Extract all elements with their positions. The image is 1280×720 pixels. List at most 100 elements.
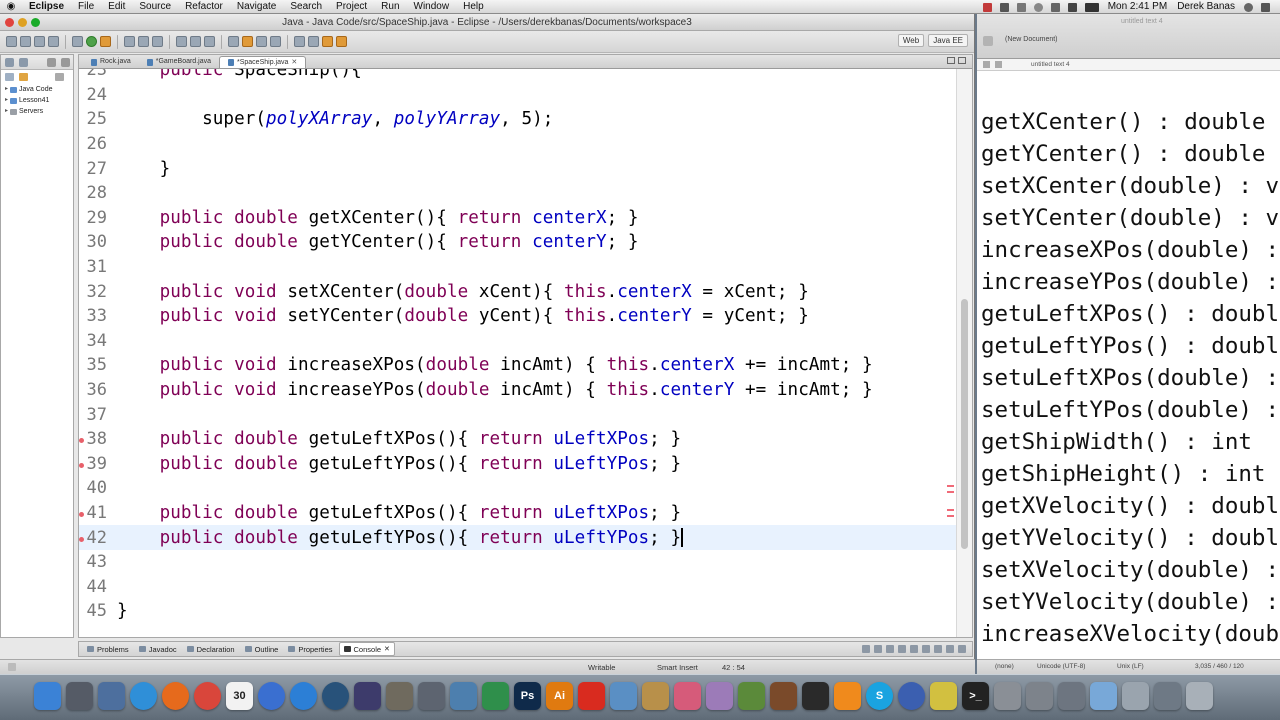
sheep-icon[interactable] <box>706 682 733 710</box>
firefox-icon[interactable] <box>162 682 189 710</box>
editor-tab-spaceship[interactable]: *SpaceShip.java ✕ <box>219 56 307 69</box>
books-icon[interactable] <box>770 682 797 710</box>
record-status-icon[interactable] <box>982 2 992 12</box>
apple-menu-icon[interactable]: ◉ <box>0 1 22 12</box>
code-line[interactable]: 27 } <box>79 156 956 181</box>
show-whitespace-icon[interactable] <box>256 36 267 47</box>
method-line[interactable]: increaseXPos(double) : <box>981 234 1279 266</box>
menubar-clock[interactable]: Mon 2:41 PM <box>1103 0 1172 14</box>
gimp-icon[interactable] <box>642 682 669 710</box>
itunes-icon[interactable] <box>258 682 285 710</box>
annotation-marker-icon[interactable] <box>79 536 84 542</box>
tree-item-lesson41[interactable]: ▸ Lesson41 <box>1 95 73 106</box>
clapper-icon[interactable] <box>802 682 829 710</box>
code-line[interactable]: 32 public void setXCenter(double xCent){… <box>79 279 956 304</box>
prev-annotation-icon[interactable] <box>308 36 319 47</box>
tab-problems[interactable]: Problems <box>83 642 133 656</box>
code-line[interactable]: 36 public void increaseYPos(double incAm… <box>79 378 956 403</box>
method-line[interactable]: increaseXVelocity(doub <box>981 618 1279 650</box>
tree-item-java-code[interactable]: ▸ Java Code <box>1 84 73 95</box>
code-line[interactable]: 37 <box>79 402 956 427</box>
save-icon[interactable] <box>20 36 31 47</box>
display-console-icon[interactable] <box>922 645 930 653</box>
view-menu-icon[interactable] <box>55 73 64 81</box>
package-explorer-icon[interactable] <box>5 58 14 67</box>
debug-icon[interactable] <box>72 36 83 47</box>
pin-console-icon[interactable] <box>910 645 918 653</box>
display-status-icon[interactable] <box>999 2 1009 12</box>
menu-window[interactable]: Window <box>407 0 457 14</box>
eclipse-icon[interactable] <box>354 682 381 710</box>
annotation-marker-icon[interactable] <box>79 462 84 468</box>
text-editor-tab[interactable]: untitled text 4 <box>1031 61 1070 68</box>
code-line[interactable]: 30 public double getYCenter(){ return ce… <box>79 230 956 255</box>
scroll-lock-icon[interactable] <box>898 645 906 653</box>
method-line[interactable]: setYVelocity(double) : <box>981 586 1279 618</box>
block-selection-icon[interactable] <box>270 36 281 47</box>
close-tab-icon[interactable]: ✕ <box>291 57 297 69</box>
tab-properties[interactable]: Properties <box>284 642 336 656</box>
method-line[interactable]: getYCenter() : double <box>981 138 1279 170</box>
method-line[interactable]: getuLeftYPos() : doubl <box>981 330 1279 362</box>
network-icon[interactable] <box>1058 682 1085 710</box>
numbers-icon[interactable] <box>482 682 509 710</box>
scissors-icon[interactable] <box>1026 682 1053 710</box>
menu-project[interactable]: Project <box>329 0 374 14</box>
overview-marker[interactable] <box>947 491 954 493</box>
safari-icon[interactable] <box>130 682 157 710</box>
method-line[interactable]: setXVelocity(double) : <box>981 554 1279 586</box>
maximize-editor-icon[interactable] <box>958 57 966 64</box>
chrome-icon[interactable] <box>194 682 221 710</box>
minimize-editor-icon[interactable] <box>947 57 955 64</box>
maximize-view-icon[interactable] <box>61 58 70 67</box>
monitor-icon[interactable] <box>1122 682 1149 710</box>
keypad-icon[interactable] <box>994 682 1021 710</box>
text-encoding[interactable]: Unicode (UTF-8) <box>1037 663 1085 670</box>
close-window-icon[interactable] <box>5 18 14 27</box>
close-tab-icon[interactable]: ✕ <box>384 645 390 653</box>
menubar-user[interactable]: Derek Banas <box>1172 0 1240 14</box>
tab-console[interactable]: Console ✕ <box>338 642 395 656</box>
code-line[interactable]: 26 <box>79 132 956 157</box>
battery-icon[interactable] <box>1084 2 1099 12</box>
code-line[interactable]: 25 super(polyXArray, polyYArray, 5); <box>79 107 956 132</box>
editor-tab-gameboard[interactable]: *GameBoard.java <box>139 56 219 68</box>
skype-icon[interactable]: S <box>866 682 893 710</box>
wifi-icon[interactable] <box>1050 2 1060 12</box>
link-editor-icon[interactable] <box>19 73 28 81</box>
menu-source[interactable]: Source <box>132 0 178 14</box>
menu-edit[interactable]: Edit <box>101 0 132 14</box>
method-line[interactable]: getXVelocity() : doubl <box>981 490 1279 522</box>
globe-icon[interactable] <box>898 682 925 710</box>
method-line[interactable]: getShipHeight() : int <box>981 458 1279 490</box>
sparkle-icon[interactable] <box>930 682 957 710</box>
menu-refactor[interactable]: Refactor <box>178 0 230 14</box>
line-endings[interactable]: Unix (LF) <box>1117 663 1144 670</box>
code-line[interactable]: 39 public double getuLeftYPos(){ return … <box>79 452 956 477</box>
maximize-view-icon[interactable] <box>958 645 966 653</box>
code-line[interactable]: 45} <box>79 599 956 624</box>
open-task-icon[interactable] <box>190 36 201 47</box>
remove-launch-icon[interactable] <box>874 645 882 653</box>
notification-center-icon[interactable] <box>1261 2 1270 12</box>
perspective-web[interactable]: Web <box>897 34 925 47</box>
method-line[interactable]: setuLeftXPos(double) : <box>981 362 1279 394</box>
toggle-mark-icon[interactable] <box>228 36 239 47</box>
method-line[interactable]: setuLeftYPos(double) : <box>981 394 1279 426</box>
editor-scrollbar[interactable] <box>956 69 972 637</box>
new-package-icon[interactable] <box>138 36 149 47</box>
menu-search[interactable]: Search <box>283 0 329 14</box>
launchpad-icon[interactable] <box>66 682 93 710</box>
collapse-all-icon[interactable] <box>5 73 14 81</box>
illustrator-icon[interactable]: Ai <box>546 682 573 710</box>
code-line[interactable]: 34 <box>79 329 956 354</box>
settings-icon[interactable] <box>610 682 637 710</box>
code-line[interactable]: 29 public double getXCenter(){ return ce… <box>79 206 956 231</box>
new-icon[interactable] <box>6 36 17 47</box>
hierarchy-icon[interactable] <box>19 58 28 67</box>
open-console-icon[interactable] <box>934 645 942 653</box>
overview-marker[interactable] <box>947 515 954 517</box>
external-tools-icon[interactable] <box>100 36 111 47</box>
minimize-view-icon[interactable] <box>47 58 56 67</box>
scrollbar-thumb[interactable] <box>961 299 968 549</box>
